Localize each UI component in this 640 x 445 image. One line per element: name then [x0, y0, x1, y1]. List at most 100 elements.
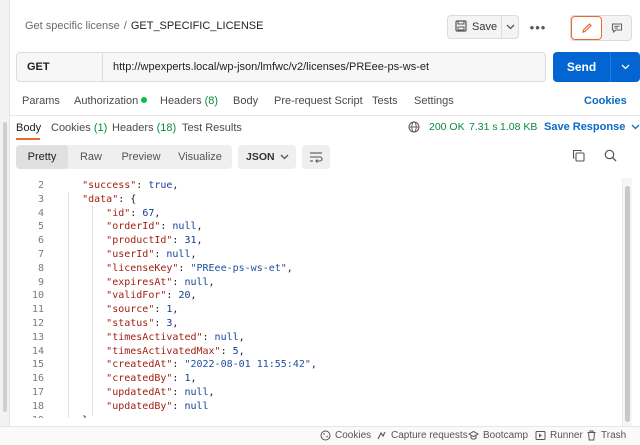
code-line: 15 "createdAt": "2022-08-01 11:55:42", — [10, 358, 622, 372]
code-line: 5 "orderId": null, — [10, 220, 622, 234]
statusbar-bootcamp[interactable]: Bootcamp — [468, 430, 528, 441]
breadcrumb-collection[interactable]: Get specific license — [25, 20, 120, 32]
status-code[interactable]: 200 OK — [429, 121, 465, 133]
statusbar-cookies[interactable]: Cookies — [320, 430, 371, 441]
tab-response-body[interactable]: Body — [16, 122, 41, 134]
code-line: 13 "timesActivated": null, — [10, 331, 622, 345]
edit-mode-button[interactable] — [571, 16, 602, 40]
save-button-group: Save — [447, 15, 519, 39]
save-dropdown-button[interactable] — [502, 24, 518, 30]
search-icon — [604, 149, 617, 162]
response-body-editor[interactable]: 2 "success": true, 3 "data": {4 "id": 67,… — [10, 178, 622, 418]
view-raw[interactable]: Raw — [70, 145, 112, 169]
statusbar-bootcamp-label: Bootcamp — [483, 430, 529, 441]
code-text: "createdBy": 1, — [106, 373, 197, 385]
bootcamp-icon — [468, 430, 479, 440]
statusbar-runner-label: Runner — [550, 430, 583, 441]
response-time[interactable]: 7.31 s — [469, 121, 498, 133]
code-text: "timesActivatedMax": 5, — [106, 345, 245, 357]
request-tabs: Params Authorization Headers (8) Body Pr… — [10, 90, 640, 114]
save-icon — [455, 19, 467, 35]
view-visualize[interactable]: Visualize — [170, 145, 230, 169]
line-number: 13 — [31, 331, 44, 343]
copy-button[interactable] — [572, 149, 585, 165]
send-button[interactable]: Send — [553, 52, 611, 82]
method-select[interactable]: GET — [17, 53, 103, 81]
breadcrumb-request-name[interactable]: GET_SPECIFIC_LICENSE — [131, 20, 264, 32]
sidebar-mode-toggle — [570, 15, 632, 41]
save-response-button[interactable]: Save Response — [544, 121, 640, 133]
code-text: "productId": 31, — [106, 235, 203, 247]
tab-tests[interactable]: Tests — [372, 95, 398, 107]
code-line: 4 "id": 67, — [10, 207, 622, 221]
comments-mode-button[interactable] — [602, 16, 631, 40]
code-line: 19 } — [10, 414, 622, 418]
line-number: 5 — [37, 221, 44, 233]
tab-response-headers[interactable]: Headers (18) — [112, 122, 176, 134]
left-scrollbar-thumb[interactable] — [3, 122, 7, 412]
send-dropdown-button[interactable] — [611, 52, 640, 82]
code-text: "orderId": null, — [106, 221, 203, 233]
line-number: 6 — [37, 235, 44, 247]
trash-icon — [587, 430, 596, 441]
response-tabs: Body Cookies (1) Headers (18) Test Resul… — [10, 116, 640, 140]
chevron-down-icon — [506, 24, 514, 30]
line-number: 12 — [31, 318, 44, 329]
code-text: "status": 3, — [106, 318, 179, 329]
code-line: 3 "data": { — [10, 193, 622, 207]
code-text: "success": true, — [82, 180, 179, 191]
code-text: "updatedAt": null, — [106, 387, 215, 398]
line-number: 17 — [31, 387, 44, 398]
tab-response-headers-label: Headers — [112, 122, 154, 134]
chevron-down-icon — [631, 124, 640, 130]
wrap-lines-button[interactable] — [302, 145, 330, 169]
tab-authorization[interactable]: Authorization — [74, 95, 148, 107]
statusbar-capture[interactable]: Capture requests — [376, 430, 468, 441]
code-line: 6 "productId": 31, — [10, 234, 622, 248]
left-sidebar-strip — [0, 0, 10, 445]
runner-icon — [535, 431, 546, 440]
capture-icon — [377, 431, 386, 440]
tab-body[interactable]: Body — [233, 95, 258, 107]
view-pretty[interactable]: Pretty — [16, 145, 68, 169]
statusbar-trash[interactable]: Trash — [586, 430, 626, 441]
tab-settings[interactable]: Settings — [414, 95, 454, 107]
line-number: 4 — [37, 207, 44, 219]
cookies-link[interactable]: Cookies — [584, 95, 627, 107]
tab-headers[interactable]: Headers (8) — [160, 95, 218, 107]
chevron-down-icon — [621, 64, 630, 70]
line-number: 9 — [37, 276, 44, 288]
line-number: 8 — [37, 262, 44, 274]
statusbar-runner[interactable]: Runner — [535, 430, 583, 441]
code-text: "id": 67, — [106, 207, 161, 219]
tab-headers-count: (8) — [204, 95, 219, 107]
tab-test-results[interactable]: Test Results — [182, 122, 242, 134]
vertical-scrollbar-thumb[interactable] — [625, 186, 630, 422]
save-button[interactable]: Save — [448, 16, 502, 38]
more-options-button[interactable]: ••• — [528, 18, 548, 36]
globe-icon[interactable] — [408, 121, 420, 136]
statusbar-cookies-label: Cookies — [335, 430, 372, 441]
tab-authorization-label: Authorization — [74, 95, 139, 107]
url-input[interactable]: http://wpexperts.local/wp-json/lmfwc/v2/… — [103, 61, 429, 73]
code-line: 11 "source": 1, — [10, 303, 622, 317]
code-line: 12 "status": 3, — [10, 317, 622, 331]
code-line: 9 "expiresAt": null, — [10, 276, 622, 290]
view-mode-group: Pretty Raw Preview Visualize — [16, 145, 232, 169]
request-header: Get specific license / GET_SPECIFIC_LICENS… — [10, 0, 640, 52]
tab-params[interactable]: Params — [22, 95, 60, 107]
code-text: "validFor": 20, — [106, 290, 197, 302]
view-preview[interactable]: Preview — [114, 145, 168, 169]
response-size[interactable]: 1.08 KB — [500, 121, 537, 133]
line-number: 7 — [37, 249, 44, 260]
format-select[interactable]: JSON — [238, 145, 296, 169]
vertical-scrollbar[interactable] — [622, 178, 632, 426]
code-text: } — [58, 414, 88, 418]
tab-response-cookies-label: Cookies — [51, 122, 91, 134]
code-text: "source": 1, — [106, 304, 179, 316]
search-button[interactable] — [604, 149, 617, 165]
tab-response-cookies[interactable]: Cookies (1) — [51, 122, 107, 134]
code-text: "expiresAt": null, — [106, 276, 215, 288]
tab-response-headers-count: (18) — [156, 122, 177, 134]
tab-pre-request-script[interactable]: Pre-request Script — [274, 95, 363, 107]
